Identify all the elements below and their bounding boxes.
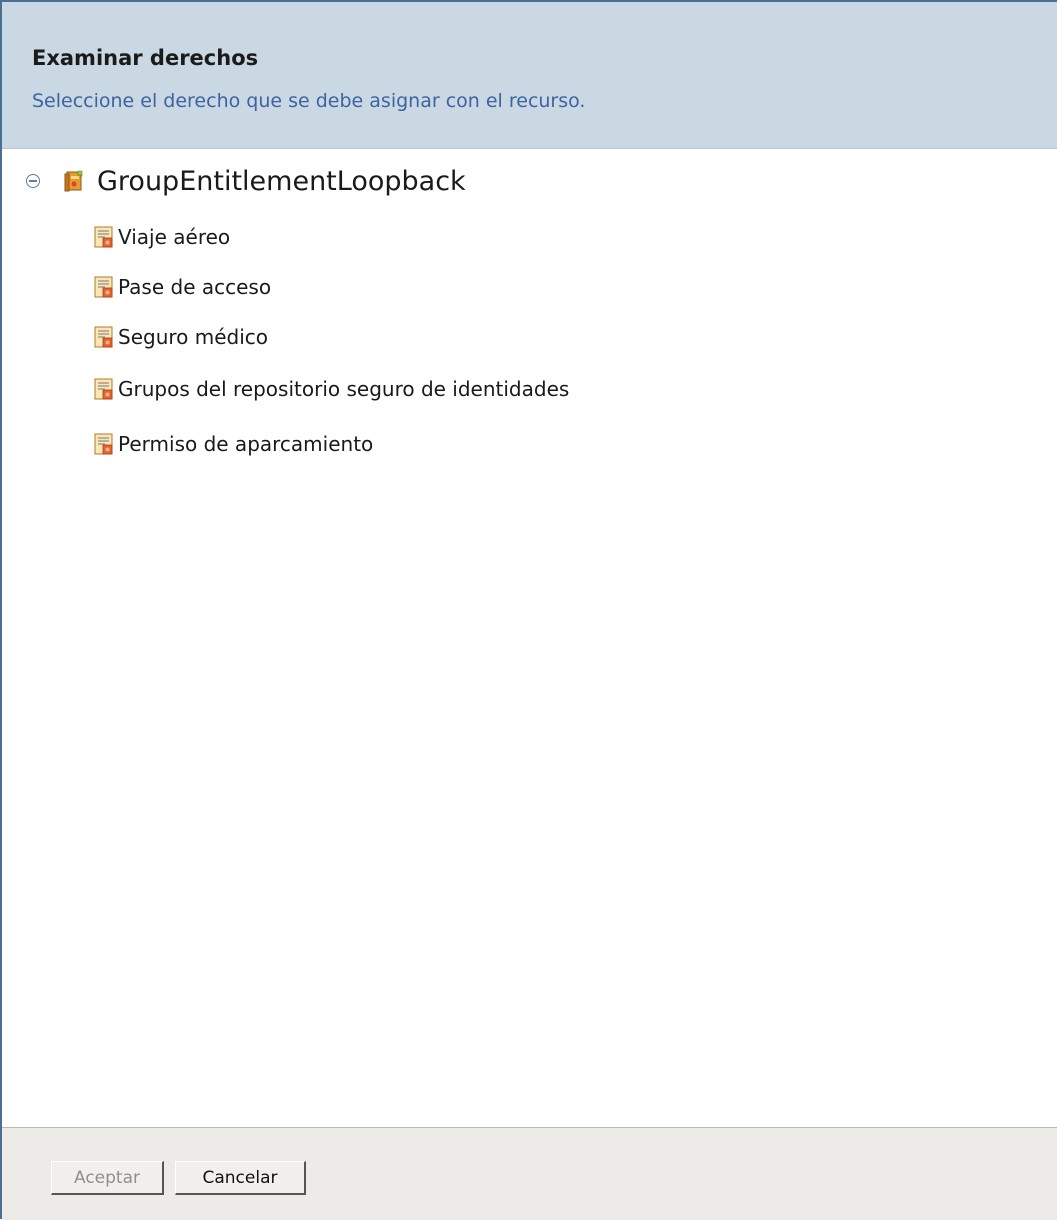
accept-button[interactable]: Aceptar <box>51 1161 164 1195</box>
entitlement-doc-icon <box>94 432 114 456</box>
entitlement-doc-icon <box>94 377 114 401</box>
tree-item-label[interactable]: Pase de acceso <box>118 275 271 299</box>
entitlement-doc-icon <box>94 325 114 349</box>
tree-item-viaje-aereo[interactable]: Viaje aéreo <box>94 222 230 252</box>
browse-entitlements-dialog: Examinar derechos Seleccione el derecho … <box>0 0 1057 1220</box>
collapse-toggle-icon[interactable] <box>26 174 40 188</box>
tree-item-permiso-aparcamiento[interactable]: Permiso de aparcamiento <box>94 429 373 459</box>
dialog-header: Examinar derechos Seleccione el derecho … <box>2 2 1057 149</box>
tree-item-label[interactable]: Permiso de aparcamiento <box>118 432 373 456</box>
tree-item-pase-de-acceso[interactable]: Pase de acceso <box>94 272 271 302</box>
dialog-title: Examinar derechos <box>32 46 259 70</box>
tree-item-label[interactable]: Seguro médico <box>118 325 268 349</box>
tree-root-label[interactable]: GroupEntitlementLoopback <box>97 166 466 197</box>
cancel-button[interactable]: Cancelar <box>175 1161 306 1195</box>
tree-item-grupos-repositorio[interactable]: Grupos del repositorio seguro de identid… <box>94 374 569 404</box>
entitlement-doc-icon <box>94 275 114 299</box>
dialog-subtitle: Seleccione el derecho que se debe asigna… <box>32 90 586 112</box>
tree-root-node[interactable]: GroupEntitlementLoopback <box>26 161 466 201</box>
tree-item-label[interactable]: Grupos del repositorio seguro de identid… <box>118 377 569 401</box>
tree-item-label[interactable]: Viaje aéreo <box>118 225 230 249</box>
tree-item-seguro-medico[interactable]: Seguro médico <box>94 322 268 352</box>
entitlement-doc-icon <box>94 225 114 249</box>
book-icon <box>64 170 83 192</box>
dialog-footer: Aceptar Cancelar <box>2 1127 1057 1220</box>
